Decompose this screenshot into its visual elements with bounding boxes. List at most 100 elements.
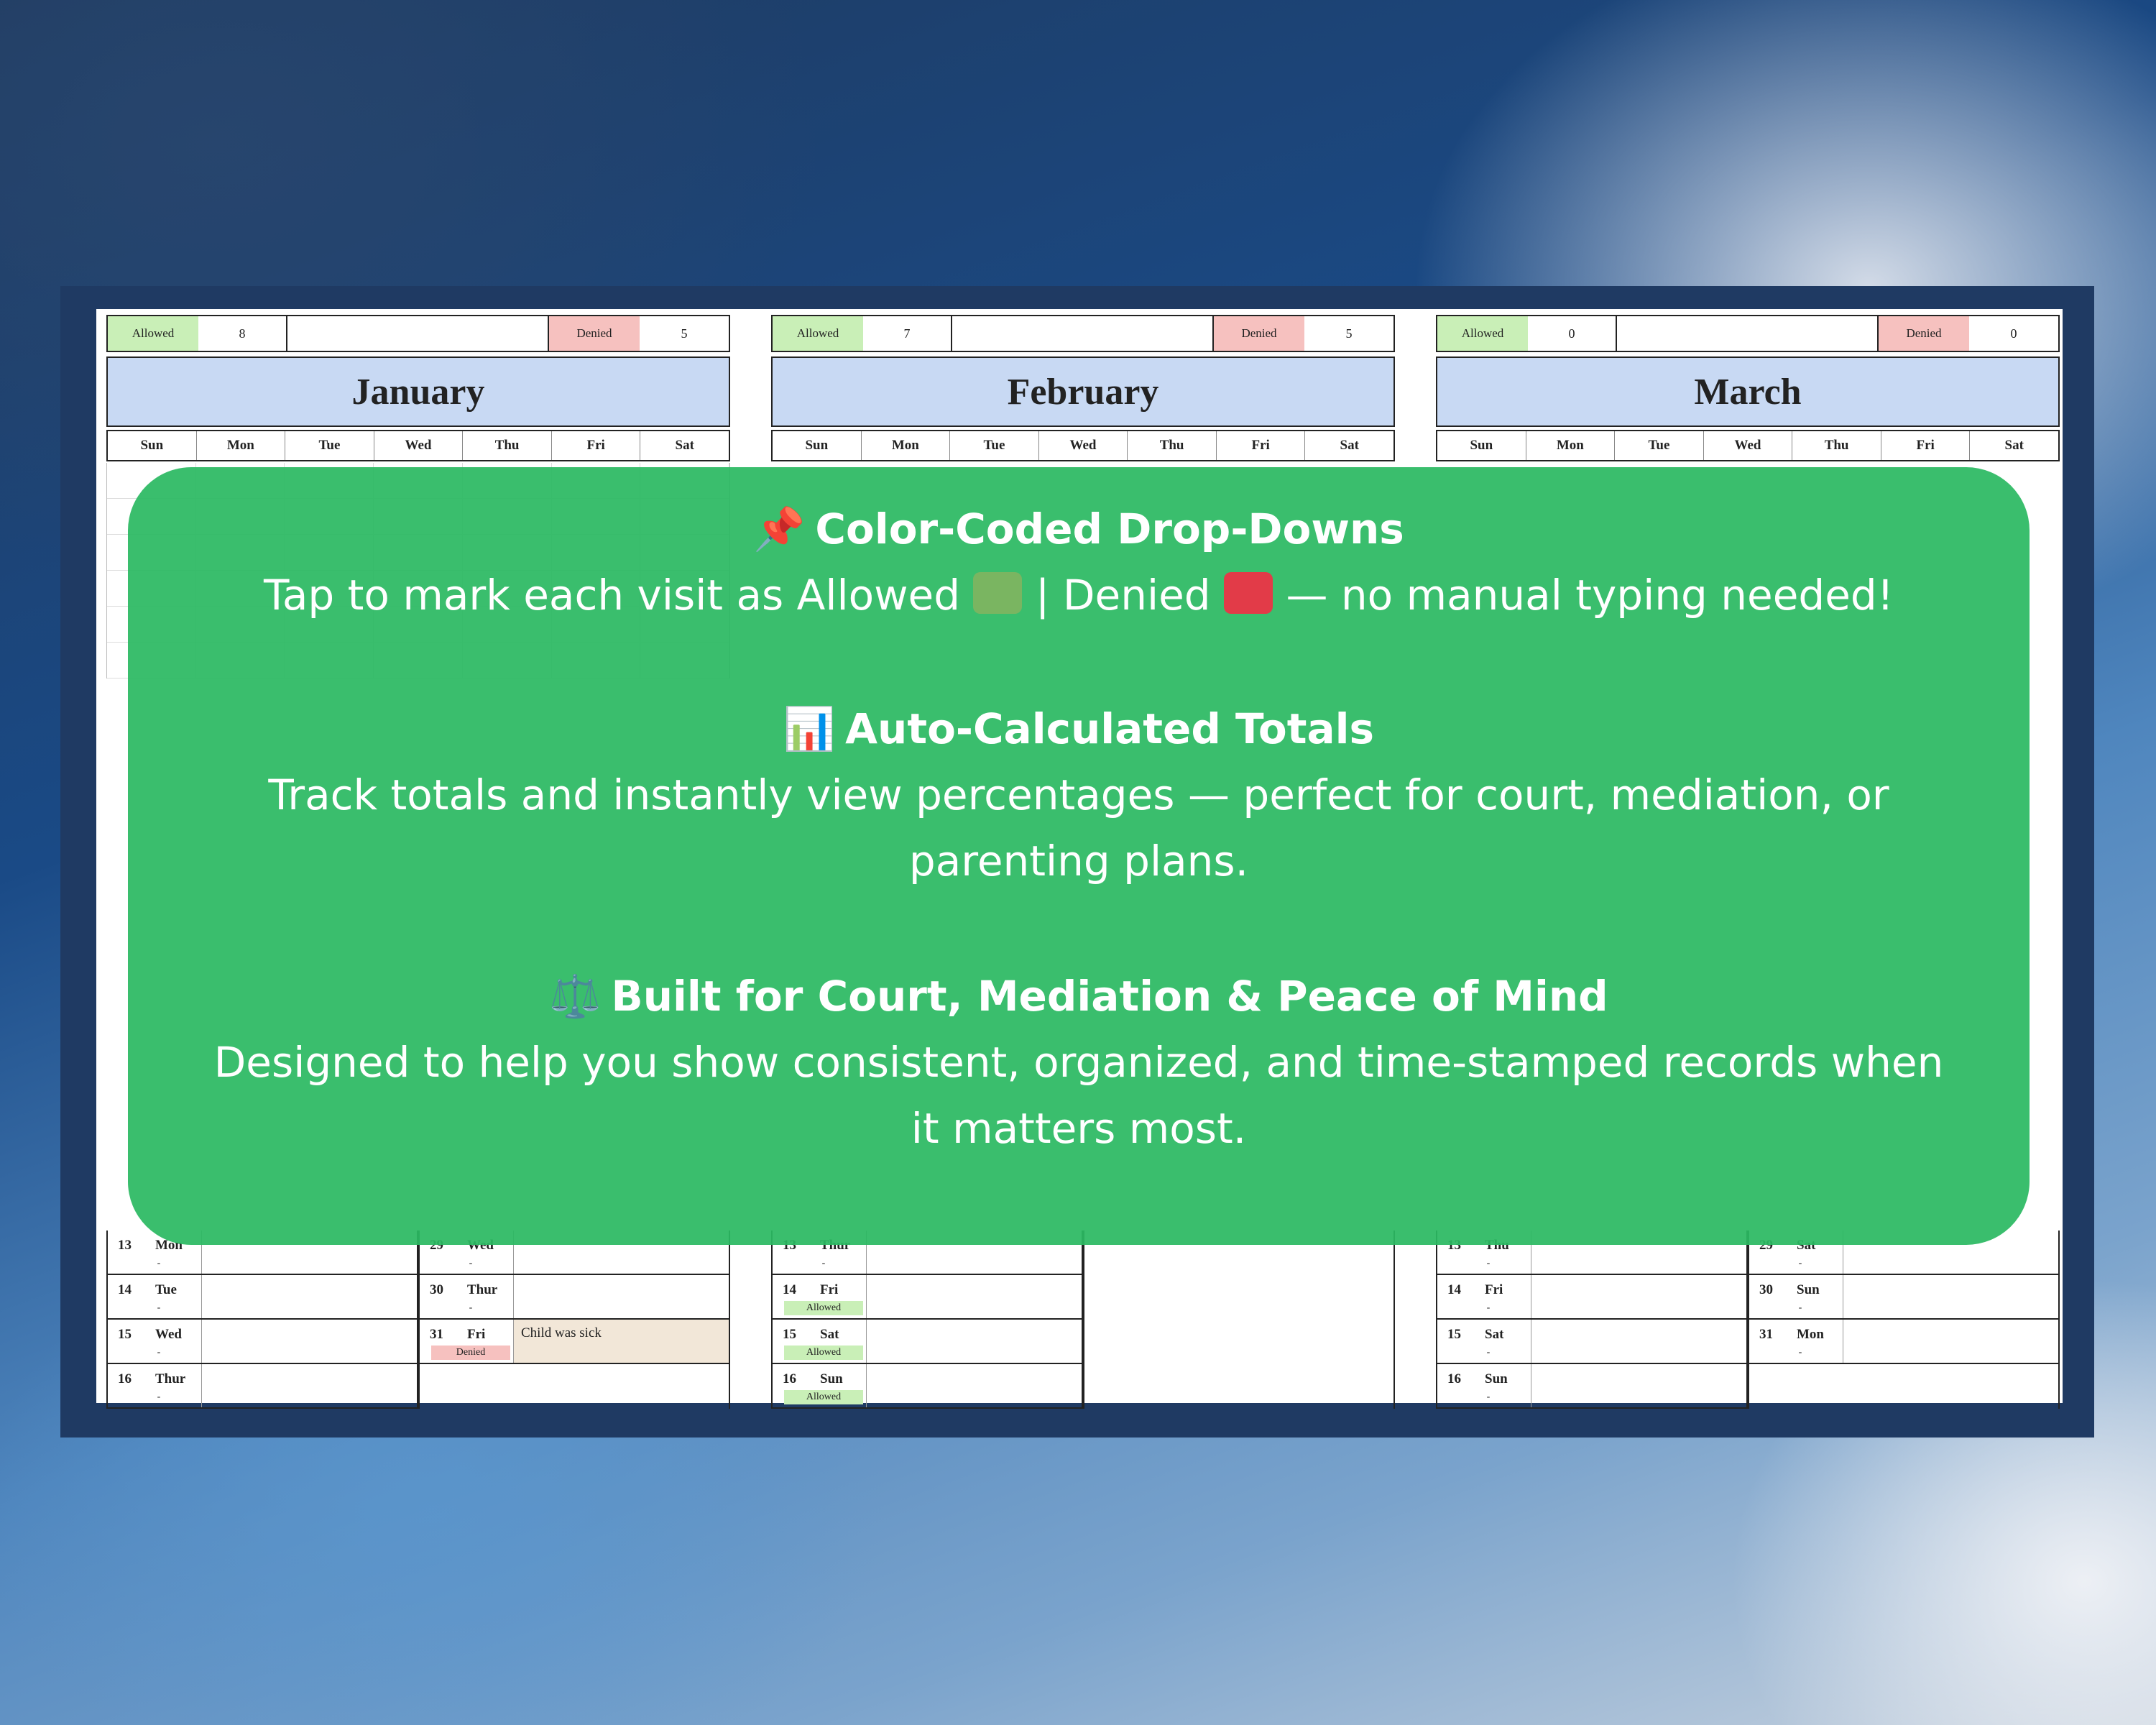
- weekday-header: Sun Mon Tue Wed Thu Fri Sat: [106, 430, 730, 461]
- log-column-left: 13 Thu - 14 Fri - 15 Sat - 16 Sun -: [1436, 1230, 1748, 1409]
- log-column-left: 13 Thur - 14 Fri Allowed 15 Sat Allowed 16 Sun A…: [771, 1230, 1083, 1409]
- weekday-header: Sun Mon Tue Wed Thu Fri Sat: [771, 430, 1395, 461]
- status-dropdown[interactable]: Allowed: [784, 1390, 863, 1404]
- status-dropdown[interactable]: Allowed: [784, 1301, 863, 1315]
- counts-spacer: [952, 316, 1214, 351]
- status-dropdown[interactable]: -: [1449, 1256, 1528, 1271]
- denied-count: 5: [1345, 326, 1353, 341]
- feature-2: 📊 Auto-Calculated Totals Track totals and…: [128, 696, 2030, 894]
- allowed-label: Allowed: [108, 316, 198, 351]
- weekday-header: Sun Mon Tue Wed Thu Fri Sat: [1436, 430, 2060, 461]
- month-title: March: [1436, 356, 2060, 427]
- weekday: Tue: [285, 431, 374, 460]
- denied-label: Denied: [1879, 316, 1969, 351]
- log-column-right: [1083, 1230, 1395, 1409]
- scales-icon: ⚖️: [549, 972, 602, 1021]
- feature-body: Tap to mark each visit as Allowed | Deni…: [264, 571, 1894, 620]
- log-row: 14 Fri -: [1437, 1275, 1746, 1320]
- denied-label: Denied: [1214, 316, 1304, 351]
- weekday: Sun: [773, 431, 862, 460]
- feature-title: 📌 Color-Coded Drop-Downs: [128, 496, 2030, 562]
- status-dropdown[interactable]: -: [119, 1390, 198, 1404]
- log-row: 31 Fri Denied Child was sick: [420, 1320, 729, 1364]
- feature-body: Designed to help you show consistent, or…: [213, 1038, 1944, 1153]
- counts-spacer: [1617, 316, 1879, 351]
- feature-overlay: 📌 Color-Coded Drop-Downs Tap to mark each…: [128, 467, 2030, 1245]
- log-row: 14 Tue -: [108, 1275, 417, 1320]
- log-row: 16 Sun -: [1437, 1364, 1746, 1409]
- weekday: Sun: [108, 431, 197, 460]
- log-row: 30 Sun -: [1749, 1275, 2058, 1320]
- status-dropdown[interactable]: -: [1761, 1256, 1840, 1271]
- status-dropdown[interactable]: -: [1449, 1301, 1528, 1315]
- weekday: Sun: [1437, 431, 1526, 460]
- weekday: Wed: [1704, 431, 1793, 460]
- weekday: Wed: [374, 431, 464, 460]
- bar-chart-icon: 📊: [783, 704, 836, 753]
- visit-log-bottom: 13 Thur - 14 Fri Allowed 15 Sat Allowed 16 Sun A…: [771, 1230, 1395, 1409]
- weekday: Fri: [1881, 431, 1971, 460]
- visit-log-bottom: 13 Thu - 14 Fri - 15 Sat - 16 Sun - 29 Sat - 30 Sun…: [1436, 1230, 2060, 1409]
- counts-spacer: [287, 316, 549, 351]
- status-dropdown[interactable]: -: [431, 1301, 510, 1315]
- status-dropdown[interactable]: -: [1761, 1346, 1840, 1360]
- weekday: Tue: [950, 431, 1039, 460]
- allowed-swatch: [973, 572, 1023, 614]
- status-dropdown[interactable]: Allowed: [784, 1346, 863, 1360]
- status-dropdown[interactable]: Denied: [431, 1346, 510, 1360]
- weekday: Thu: [1128, 431, 1217, 460]
- allowed-label: Allowed: [1437, 316, 1528, 351]
- note-cell[interactable]: Child was sick: [513, 1320, 729, 1363]
- log-row: 16 Sun Allowed: [773, 1364, 1082, 1409]
- weekday: Mon: [862, 431, 951, 460]
- feature-title: ⚖️ Built for Court, Mediation & Peace of …: [128, 963, 2030, 1029]
- visit-log-bottom: 13 Mon - 14 Tue - 15 Wed - 16 Thur - 29 Wed - 30 Th…: [106, 1230, 730, 1409]
- allowed-count: 7: [863, 316, 952, 351]
- status-dropdown[interactable]: -: [119, 1301, 198, 1315]
- note-cell[interactable]: [513, 1275, 729, 1318]
- weekday: Sat: [1340, 438, 1359, 453]
- counts-bar: Allowed 7 Denied 5: [771, 315, 1395, 352]
- denied-swatch: [1224, 572, 1273, 614]
- feature-1: 📌 Color-Coded Drop-Downs Tap to mark each…: [128, 496, 2030, 628]
- denied-count: 5: [681, 326, 688, 341]
- note-cell[interactable]: [1531, 1275, 1746, 1318]
- note-cell[interactable]: [201, 1320, 417, 1363]
- allowed-label: Allowed: [773, 316, 863, 351]
- note-cell[interactable]: [201, 1364, 417, 1407]
- weekday: Wed: [1039, 431, 1128, 460]
- note-cell[interactable]: [1843, 1320, 2058, 1363]
- status-dropdown[interactable]: -: [1449, 1346, 1528, 1360]
- status-dropdown[interactable]: -: [119, 1256, 198, 1271]
- status-dropdown[interactable]: -: [431, 1256, 510, 1271]
- log-row: 15 Wed -: [108, 1320, 417, 1364]
- feature-title: 📊 Auto-Calculated Totals: [128, 696, 2030, 762]
- log-row: 16 Thur -: [108, 1364, 417, 1409]
- allowed-count: 0: [1528, 316, 1617, 351]
- note-cell[interactable]: [866, 1364, 1082, 1407]
- note-cell[interactable]: [866, 1275, 1082, 1318]
- note-cell[interactable]: [1843, 1275, 2058, 1318]
- log-column-right: 29 Wed - 30 Thur - 31 Fri Denied Child was sick: [418, 1230, 730, 1409]
- note-cell[interactable]: [201, 1275, 417, 1318]
- weekday: Thu: [1792, 431, 1881, 460]
- weekday: Mon: [197, 431, 286, 460]
- note-cell[interactable]: [1531, 1364, 1746, 1407]
- log-column-left: 13 Mon - 14 Tue - 15 Wed - 16 Thur -: [106, 1230, 418, 1409]
- weekday: Thu: [463, 431, 552, 460]
- note-cell[interactable]: [866, 1320, 1082, 1363]
- weekday: Fri: [552, 431, 641, 460]
- counts-bar: Allowed 0 Denied 0: [1436, 315, 2060, 352]
- feature-3: ⚖️ Built for Court, Mediation & Peace of …: [128, 963, 2030, 1162]
- feature-body: Track totals and instantly view percenta…: [268, 770, 1889, 886]
- status-dropdown[interactable]: -: [1761, 1301, 1840, 1315]
- note-cell[interactable]: [1531, 1320, 1746, 1363]
- weekday: Tue: [1615, 431, 1704, 460]
- log-column-right: 29 Sat - 30 Sun - 31 Mon -: [1748, 1230, 2060, 1409]
- allowed-count: 8: [198, 316, 287, 351]
- log-row: 30 Thur -: [420, 1275, 729, 1320]
- status-dropdown[interactable]: -: [784, 1256, 863, 1271]
- log-row: 15 Sat Allowed: [773, 1320, 1082, 1364]
- status-dropdown[interactable]: -: [119, 1346, 198, 1360]
- status-dropdown[interactable]: -: [1449, 1390, 1528, 1404]
